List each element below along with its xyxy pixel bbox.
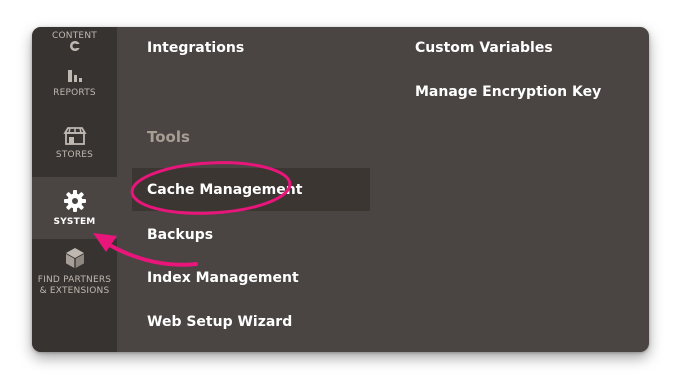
sidebar-item-system[interactable]: SYSTEM xyxy=(32,177,117,239)
sidebar-item-find-partners[interactable]: FIND PARTNERS & EXTENSIONS xyxy=(32,247,117,307)
storefront-icon xyxy=(62,127,87,148)
menu-link-index-management[interactable]: Index Management xyxy=(147,270,299,286)
admin-sidebar: CONTENT REPORTS STORES SYSTEM FIND PARTN… xyxy=(32,27,117,352)
sidebar-item-label: & EXTENSIONS xyxy=(39,286,110,296)
content-icon xyxy=(68,41,82,54)
admin-panel: CONTENT REPORTS STORES SYSTEM FIND PARTN… xyxy=(32,27,649,352)
menu-link-backups[interactable]: Backups xyxy=(147,227,213,243)
section-title-tools: Tools xyxy=(147,128,190,146)
sidebar-item-content[interactable]: CONTENT xyxy=(32,27,117,57)
sidebar-item-label: SYSTEM xyxy=(53,216,96,227)
sidebar-item-label: STORES xyxy=(55,150,94,160)
sidebar-item-label: REPORTS xyxy=(53,88,96,98)
sidebar-item-reports[interactable]: REPORTS xyxy=(32,65,117,105)
gear-icon xyxy=(63,189,86,215)
bar-chart-icon xyxy=(66,65,84,86)
menu-link-manage-encryption-key[interactable]: Manage Encryption Key xyxy=(415,84,601,100)
sidebar-item-label: CONTENT xyxy=(52,31,97,41)
cube-icon xyxy=(64,247,86,273)
menu-link-cache-management[interactable]: Cache Management xyxy=(147,182,302,198)
menu-link-web-setup-wizard[interactable]: Web Setup Wizard xyxy=(147,314,292,330)
menu-link-custom-variables[interactable]: Custom Variables xyxy=(415,40,553,56)
menu-link-integrations[interactable]: Integrations xyxy=(147,40,244,56)
sidebar-item-label: FIND PARTNERS xyxy=(37,275,112,285)
sidebar-item-stores[interactable]: STORES xyxy=(32,127,117,167)
